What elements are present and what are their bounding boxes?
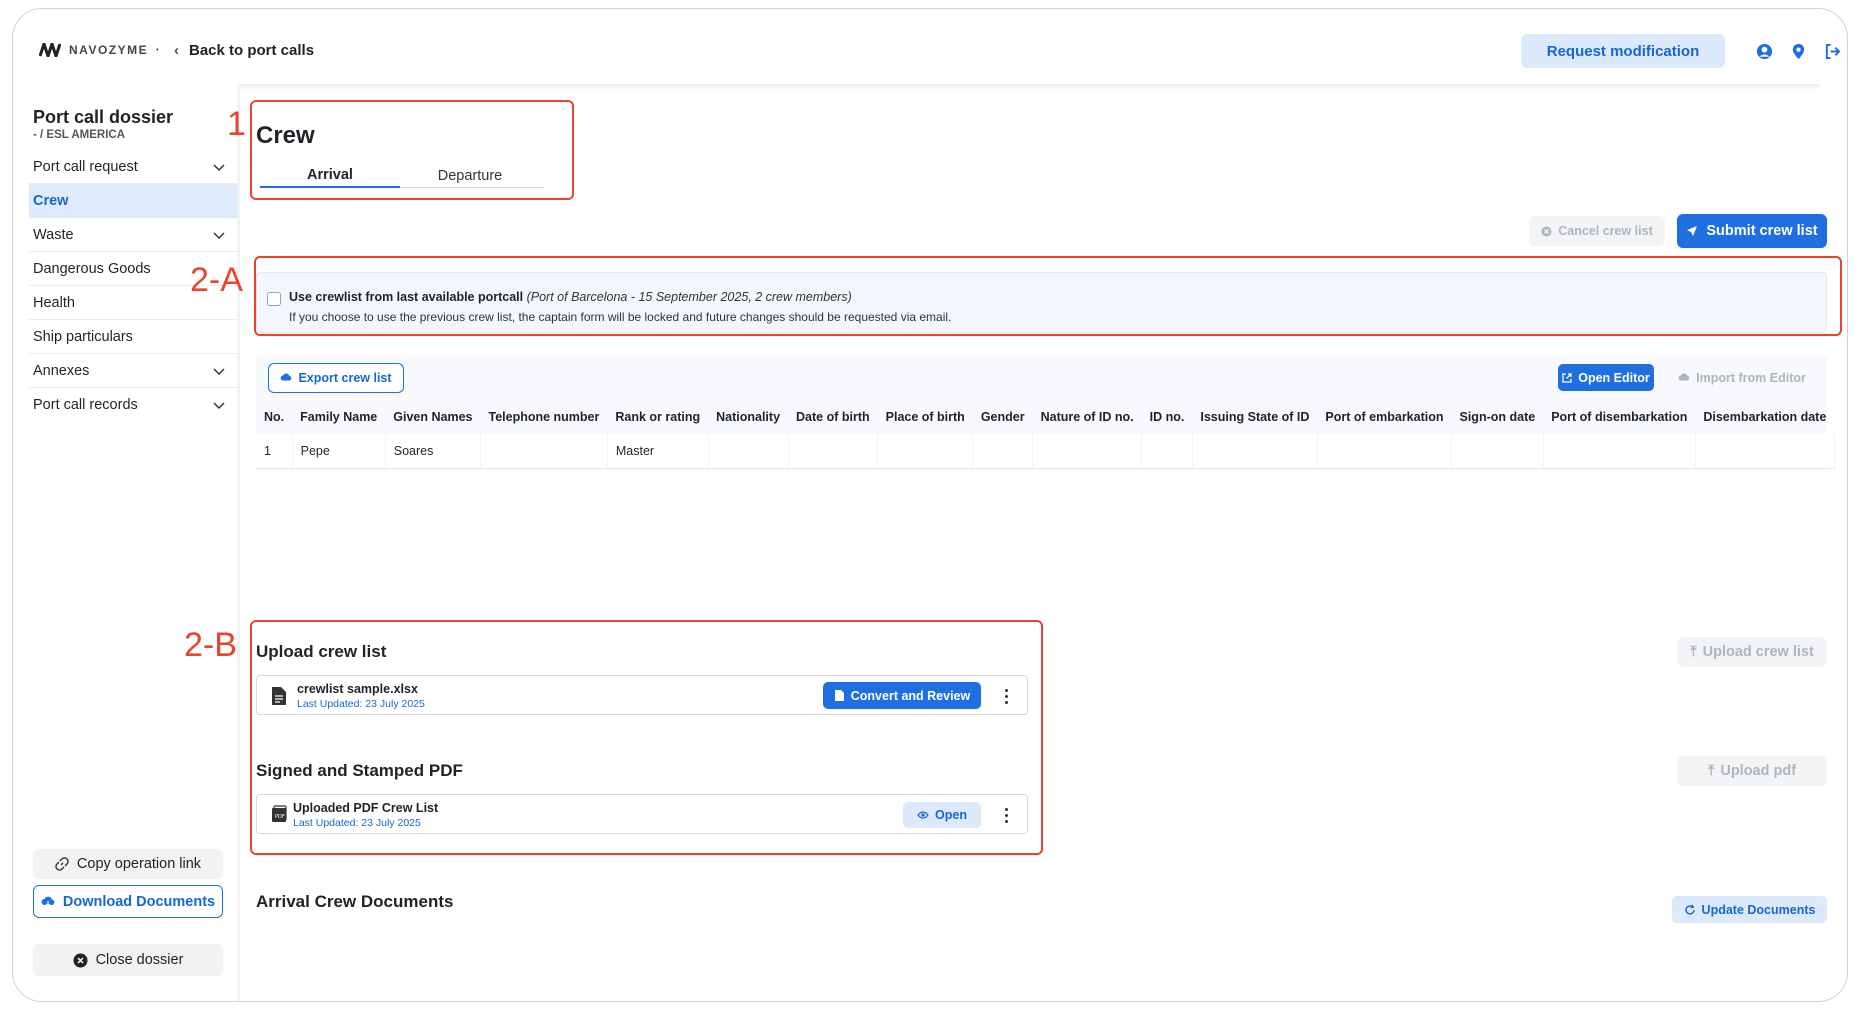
top-icons [1755, 42, 1841, 60]
app-window: NAVOZYME • ‹ Back to port calls Request m… [12, 8, 1848, 1002]
copy-operation-link-button[interactable]: Copy operation link [33, 849, 223, 879]
sidebar-item-ship-particulars[interactable]: Ship particulars [29, 320, 239, 354]
logout-icon[interactable] [1823, 42, 1841, 60]
close-circle-icon [1541, 226, 1552, 236]
table-cell[interactable] [788, 434, 879, 469]
location-pin-icon[interactable] [1789, 42, 1807, 60]
upload-icon: ⤒ [1707, 763, 1715, 779]
annotation-box-2a [254, 256, 1842, 336]
column-header: Place of birth [885, 410, 965, 424]
table-cell[interactable] [1543, 434, 1696, 469]
top-bar: NAVOZYME • ‹ Back to port calls Request m… [13, 9, 1847, 84]
sidebar-item-annexes[interactable]: Annexes [29, 354, 239, 388]
table-cell[interactable]: Master [607, 434, 709, 469]
chevron-down-icon [213, 231, 225, 239]
upload-crew-list-button[interactable]: ⤒ Upload crew list [1677, 637, 1827, 667]
logo-mark-icon [39, 43, 61, 57]
arrival-crew-documents-title: Arrival Crew Documents [256, 892, 454, 911]
close-circle-icon [73, 953, 88, 967]
sidebar-item-port-call-records[interactable]: Port call records [29, 388, 239, 422]
link-icon [55, 857, 69, 871]
table-cell[interactable] [708, 434, 789, 469]
cloud-download-icon [41, 896, 55, 907]
request-modification-button[interactable]: Request modification [1521, 34, 1725, 68]
cloud-download-icon [281, 373, 292, 381]
sidebar: Port call dossier - / ESL AMERICA Port c… [13, 84, 240, 1001]
upload-icon: ⤒ [1690, 644, 1697, 660]
back-label: Back to port calls [189, 42, 315, 59]
sidebar-item-waste[interactable]: Waste [29, 218, 239, 252]
column-header: Family Name [300, 410, 378, 424]
update-documents-button[interactable]: Update Documents [1672, 896, 1827, 923]
table-cell[interactable] [1695, 434, 1835, 469]
column-header: Nationality [716, 410, 781, 424]
column-header: Nature of ID no. [1040, 410, 1134, 424]
table-cell[interactable] [1141, 434, 1193, 469]
table-cell[interactable] [1192, 434, 1318, 469]
sidebar-item-crew[interactable]: Crew [29, 184, 239, 218]
upload-pdf-button[interactable]: ⤒ Upload pdf [1677, 756, 1827, 786]
refresh-icon [1684, 903, 1695, 915]
annotation-label-2b: 2-B [184, 626, 237, 664]
table-cell[interactable] [1451, 434, 1544, 469]
column-header: Issuing State of ID [1200, 410, 1310, 424]
table-cell[interactable] [1317, 434, 1453, 469]
chevron-down-icon [213, 402, 225, 410]
logo: NAVOZYME • [39, 43, 160, 57]
column-header: Port of embarkation [1325, 410, 1444, 424]
user-icon[interactable] [1755, 42, 1773, 60]
cloud-upload-icon [1678, 373, 1690, 380]
column-header: Rank or rating [615, 410, 701, 424]
column-header: ID no. [1149, 410, 1185, 424]
annotation-box-2b [250, 620, 1043, 855]
chevron-down-icon [213, 367, 225, 375]
send-icon [1687, 226, 1698, 236]
table-cell[interactable]: Pepe [292, 434, 386, 469]
main-content: Crew Arrival Departure Cancel crew list … [240, 84, 1835, 1001]
column-header: Telephone number [488, 410, 600, 424]
back-to-port-calls-link[interactable]: ‹ Back to port calls [174, 42, 314, 59]
annotation-label-2a: 2-A [190, 261, 243, 299]
table-row[interactable]: 1 Pepe Soares Master [256, 434, 1835, 469]
submit-crew-list-button[interactable]: Submit crew list [1677, 214, 1827, 248]
dossier-title: Port call dossier [33, 107, 174, 127]
column-header: Gender [980, 410, 1025, 424]
import-from-editor-button[interactable]: Import from Editor [1668, 364, 1816, 391]
table-cell[interactable] [972, 434, 1034, 469]
column-header: Disembarkation date [1703, 410, 1827, 424]
sidebar-item-port-call-request[interactable]: Port call request [29, 150, 239, 184]
external-link-icon [1562, 372, 1572, 383]
chevron-left-icon: ‹ [174, 42, 179, 59]
table-cell[interactable]: 1 [256, 434, 293, 469]
dossier-subtitle: - / ESL AMERICA [33, 129, 126, 141]
column-header: Port of disembarkation [1551, 410, 1688, 424]
crew-table: No. Family Name Given Names Telephone nu… [256, 400, 1835, 469]
column-header: No. [264, 410, 285, 424]
logo-text: NAVOZYME [69, 43, 149, 57]
table-cell[interactable] [480, 434, 608, 469]
chevron-down-icon [213, 163, 225, 171]
export-crew-list-button[interactable]: Export crew list [268, 363, 404, 393]
download-documents-button[interactable]: Download Documents [33, 885, 223, 918]
column-header: Given Names [393, 410, 473, 424]
table-cell[interactable]: Soares [385, 434, 481, 469]
annotation-label-1: 1 [227, 105, 246, 143]
crew-table-panel: Export crew list Open Editor Import from… [256, 355, 1835, 470]
open-editor-button[interactable]: Open Editor [1558, 364, 1654, 391]
annotation-box-1 [250, 100, 574, 200]
column-header: Sign-on date [1459, 410, 1536, 424]
close-dossier-button[interactable]: Close dossier [33, 944, 223, 976]
table-header-row: No. Family Name Given Names Telephone nu… [256, 400, 1834, 434]
table-cell[interactable] [877, 434, 974, 469]
cancel-crew-list-button[interactable]: Cancel crew list [1529, 216, 1665, 246]
table-cell[interactable] [1032, 434, 1143, 469]
column-header: Date of birth [796, 410, 870, 424]
